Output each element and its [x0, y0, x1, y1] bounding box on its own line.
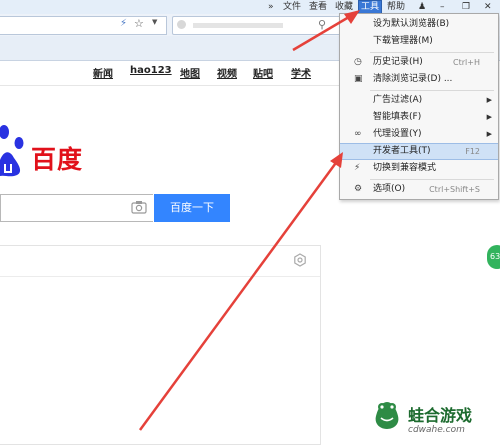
menu-separator [370, 90, 494, 91]
address-bar[interactable]: ⚡ ☆ ▼ [0, 16, 167, 35]
trash-icon: ▣ [354, 74, 363, 84]
menu-item-ad-filter[interactable]: 广告过滤(A) ▶ [340, 92, 498, 109]
star-icon[interactable]: ☆ [134, 17, 144, 30]
menu-separator [370, 52, 494, 53]
menu-item-label: 代理设置(Y) [373, 129, 422, 139]
lightning-icon: ⚡ [354, 163, 361, 173]
menu-item-label: 选项(O) [373, 184, 406, 194]
submenu-arrow-icon: ▶ [486, 130, 492, 138]
frog-watermark-logo [375, 402, 399, 429]
chevron-down-icon[interactable]: ▼ [152, 18, 157, 26]
menu-item-proxy[interactable]: ∞ 代理设置(Y) ▶ [340, 126, 498, 143]
menu-item-label: 开发者工具(T) [373, 146, 431, 156]
nav-divider [0, 85, 340, 86]
menu-item-history[interactable]: ◷ 历史记录(H) Ctrl+H [340, 54, 498, 71]
engine-icon [177, 20, 186, 29]
menu-item-label: 切换到兼容模式 [373, 163, 437, 173]
nav-link-video[interactable]: 视频 [217, 65, 237, 80]
baidu-logo-text: 百度 [31, 145, 84, 174]
submenu-arrow-icon: ▶ [486, 113, 492, 121]
menu-item-label: 历史记录(H) [373, 57, 423, 67]
menu-item-label: 智能填表(F) [373, 112, 422, 122]
close-icon[interactable]: ✕ [484, 0, 492, 14]
baidu-paw-logo [0, 125, 24, 177]
menu-item-shortcut: F12 [465, 147, 480, 156]
menu-item-compat-mode[interactable]: ⚡ 切换到兼容模式 [340, 160, 498, 177]
skin-icon[interactable]: ♟ [418, 0, 426, 14]
submenu-arrow-icon: ▶ [486, 96, 492, 104]
nav-link-xueshu[interactable]: 学术 [291, 65, 311, 80]
menu-item-shortcut: Ctrl+Shift+S [429, 185, 480, 194]
menu-item-options[interactable]: ⚙ 选项(O) Ctrl+Shift+S [340, 181, 498, 198]
menu-favorites[interactable]: 收藏 [335, 0, 353, 14]
restore-icon[interactable]: ❐ [462, 0, 470, 14]
menu-item-autofill[interactable]: 智能填表(F) ▶ [340, 109, 498, 126]
menu-item-download-manager[interactable]: 下载管理器(M) [340, 33, 498, 50]
browser-search-box[interactable]: ⚲ [172, 16, 344, 35]
menu-overflow[interactable]: » [268, 0, 274, 14]
link-icon: ∞ [354, 129, 362, 139]
menu-item-label: 设为默认浏览器(B) [373, 19, 450, 29]
menu-help[interactable]: 帮助 [387, 0, 405, 14]
gear-icon: ⚙ [354, 184, 363, 194]
settings-icon[interactable] [293, 253, 307, 267]
menu-bar: » 文件 查看 收藏 工具 帮助 ♟ – ❐ ✕ [0, 0, 500, 16]
floating-badge[interactable]: 63 [487, 245, 500, 269]
content-panel [0, 245, 321, 445]
nav-link-hao123[interactable]: hao123 [130, 65, 172, 76]
watermark-url: cdwahe.com [408, 425, 465, 435]
menu-item-developer-tools[interactable]: 开发者工具(T) F12 [340, 143, 498, 160]
menu-view[interactable]: 查看 [309, 0, 327, 14]
nav-link-news[interactable]: 新闻 [93, 65, 113, 80]
blurred-text [193, 23, 283, 28]
menu-item-set-default[interactable]: 设为默认浏览器(B) [340, 16, 498, 33]
menu-item-label: 广告过滤(A) [373, 95, 423, 105]
tools-dropdown-menu: 设为默认浏览器(B) 下载管理器(M) ◷ 历史记录(H) Ctrl+H ▣ 清… [339, 13, 499, 200]
nav-link-map[interactable]: 地图 [180, 65, 200, 80]
menu-separator [370, 179, 494, 180]
panel-divider [0, 276, 320, 277]
menu-file[interactable]: 文件 [283, 0, 301, 14]
camera-icon[interactable] [131, 200, 147, 214]
search-button[interactable]: 百度一下 [154, 194, 230, 222]
nav-link-tieba[interactable]: 贴吧 [253, 65, 273, 80]
menu-item-shortcut: Ctrl+H [453, 58, 480, 67]
minimize-icon[interactable]: – [440, 0, 445, 14]
clock-icon: ◷ [354, 57, 362, 67]
menu-item-label: 清除浏览记录(D) ... [373, 74, 453, 84]
menu-item-label: 下载管理器(M) [373, 36, 433, 46]
search-icon[interactable]: ⚲ [318, 18, 326, 31]
menu-item-clear-history[interactable]: ▣ 清除浏览记录(D) ... [340, 71, 498, 88]
lightning-icon[interactable]: ⚡ [120, 18, 127, 29]
watermark-title: 蛙合游戏 [408, 406, 473, 425]
